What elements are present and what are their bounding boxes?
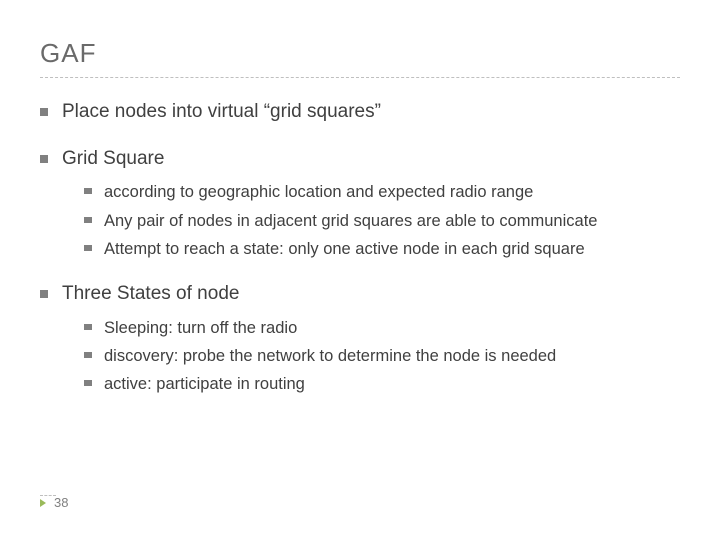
sub-bullet-text: Sleeping: turn off the radio bbox=[104, 317, 297, 339]
bullet-row: Three States of node bbox=[40, 282, 680, 307]
sub-bullet-text: active: participate in routing bbox=[104, 373, 305, 395]
square-bullet-icon bbox=[84, 188, 92, 194]
list-item: Attempt to reach a state: only one activ… bbox=[84, 238, 680, 260]
list-item: active: participate in routing bbox=[84, 373, 680, 395]
bullet-list: Place nodes into virtual “grid squares” … bbox=[40, 100, 680, 396]
sub-bullet-text: Attempt to reach a state: only one activ… bbox=[104, 238, 585, 260]
bullet-row: Grid Square bbox=[40, 147, 680, 172]
footer: 38 bbox=[40, 495, 68, 510]
square-bullet-icon bbox=[40, 155, 48, 163]
list-item: Grid Square according to geographic loca… bbox=[40, 147, 680, 260]
sub-list: Sleeping: turn off the radio discovery: … bbox=[84, 317, 680, 396]
list-item: Place nodes into virtual “grid squares” bbox=[40, 100, 680, 125]
square-bullet-icon bbox=[84, 245, 92, 251]
sub-list: according to geographic location and exp… bbox=[84, 181, 680, 260]
square-bullet-icon bbox=[84, 352, 92, 358]
bullet-row: Place nodes into virtual “grid squares” bbox=[40, 100, 680, 125]
sub-bullet-text: Any pair of nodes in adjacent grid squar… bbox=[104, 210, 597, 232]
list-item: according to geographic location and exp… bbox=[84, 181, 680, 203]
list-item: Three States of node Sleeping: turn off … bbox=[40, 282, 680, 395]
page-number: 38 bbox=[54, 495, 68, 510]
slide-title: GAF bbox=[40, 38, 680, 69]
list-item: Sleeping: turn off the radio bbox=[84, 317, 680, 339]
sub-bullet-text: discovery: probe the network to determin… bbox=[104, 345, 556, 367]
triangle-icon bbox=[40, 499, 46, 507]
sub-bullet-text: according to geographic location and exp… bbox=[104, 181, 533, 203]
bullet-text: Three States of node bbox=[62, 282, 239, 307]
bullet-text: Grid Square bbox=[62, 147, 164, 172]
square-bullet-icon bbox=[40, 290, 48, 298]
square-bullet-icon bbox=[84, 324, 92, 330]
square-bullet-icon bbox=[84, 217, 92, 223]
square-bullet-icon bbox=[84, 380, 92, 386]
square-bullet-icon bbox=[40, 108, 48, 116]
title-divider bbox=[40, 77, 680, 78]
list-item: Any pair of nodes in adjacent grid squar… bbox=[84, 210, 680, 232]
bullet-text: Place nodes into virtual “grid squares” bbox=[62, 100, 381, 125]
list-item: discovery: probe the network to determin… bbox=[84, 345, 680, 367]
slide: GAF Place nodes into virtual “grid squar… bbox=[0, 0, 720, 540]
